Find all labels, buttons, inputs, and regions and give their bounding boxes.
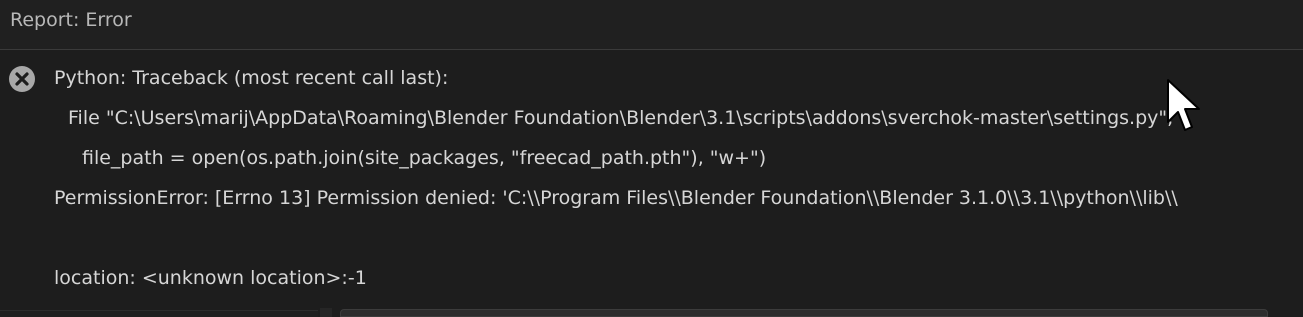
report-title: Report: Error — [10, 9, 132, 31]
traceback-file-line: File "C:\Users\marij\AppData\Roaming\Ble… — [68, 107, 1174, 129]
error-circle-x-icon — [9, 66, 35, 92]
traceback-header-line: Python: Traceback (most recent call last… — [54, 67, 449, 89]
location-line: location: <unknown location>:-1 — [54, 267, 367, 289]
mouse-pointer-icon — [1167, 79, 1200, 131]
report-header: Report: Error — [0, 0, 1303, 50]
traceback-code-line: file_path = open(os.path.join(site_packa… — [82, 147, 767, 169]
footer-divider[interactable] — [320, 308, 332, 317]
footer-left-region — [0, 310, 318, 317]
permission-error-line: PermissionError: [Errno 13] Permission d… — [54, 187, 1178, 209]
report-footer — [0, 306, 1303, 317]
error-report-panel: Report: Error Python: Traceback (most re… — [0, 0, 1303, 317]
horizontal-scrollbar[interactable] — [340, 309, 1268, 317]
